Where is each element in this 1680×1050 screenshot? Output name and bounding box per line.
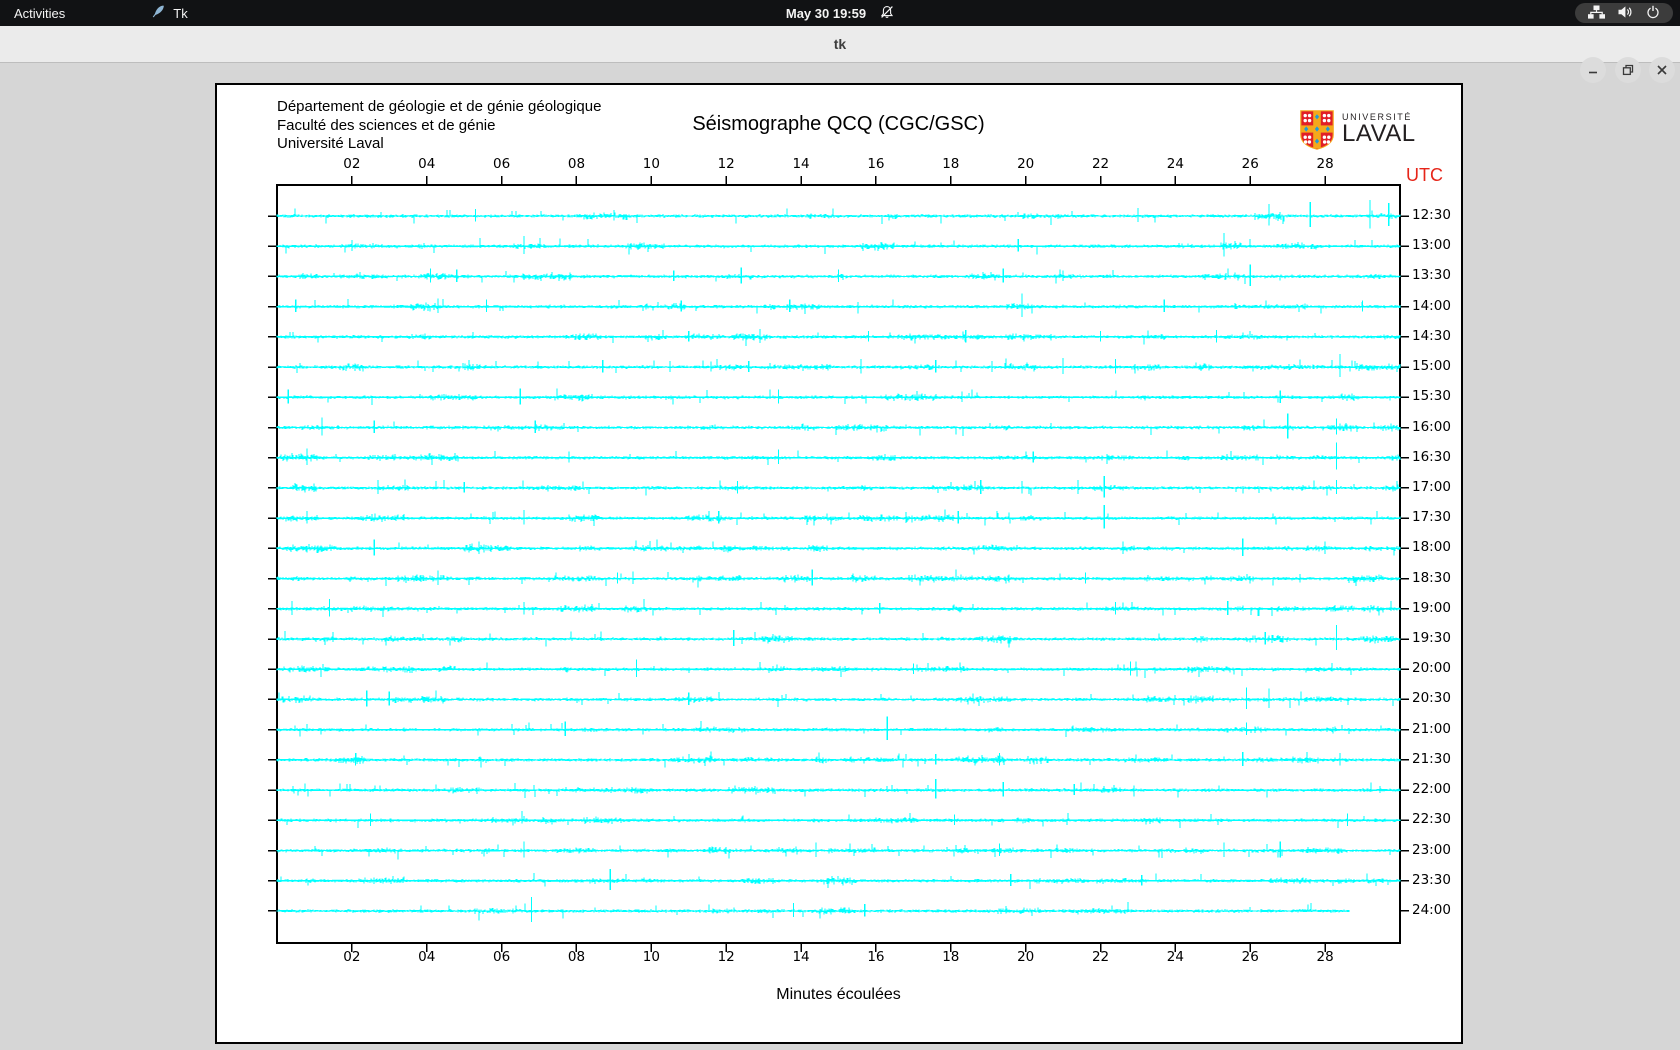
- minimize-button[interactable]: [1580, 57, 1606, 83]
- x-tick-label-top: 08: [567, 156, 586, 172]
- x-tick-label-top: 18: [942, 156, 960, 172]
- utc-time-label: 21:00: [1412, 720, 1451, 737]
- x-tick-label-top: 10: [642, 156, 660, 172]
- x-tick-label-bottom: 22: [1091, 949, 1110, 965]
- utc-time-label: 13:00: [1412, 237, 1451, 254]
- x-tick-label-top: 24: [1166, 156, 1184, 172]
- utc-time-label: 14:00: [1412, 297, 1451, 314]
- utc-time-label: 17:00: [1412, 478, 1451, 495]
- app-menu-tk[interactable]: Tk: [151, 4, 188, 22]
- x-tick-label-top: 20: [1017, 156, 1035, 172]
- x-tick-label-bottom: 04: [418, 949, 436, 965]
- utc-time-label: 21:30: [1412, 750, 1451, 767]
- address-line: Université Laval: [277, 135, 384, 152]
- x-tick-label-bottom: 20: [1017, 949, 1035, 965]
- utc-time-label: 24:00: [1412, 901, 1451, 918]
- x-tick-label-bottom: 24: [1166, 949, 1184, 965]
- utc-time-label: 12:30: [1412, 207, 1451, 223]
- utc-time-label: 16:30: [1412, 448, 1451, 465]
- utc-time-label: 22:30: [1412, 811, 1451, 828]
- network-wired-icon: [1588, 5, 1605, 22]
- x-tick-label-top: 04: [418, 156, 436, 172]
- utc-time-label: 13:30: [1412, 267, 1451, 284]
- x-tick-label-top: 14: [792, 156, 810, 172]
- utc-axis-label: UTC: [1406, 165, 1443, 185]
- restore-button[interactable]: [1615, 57, 1641, 83]
- utc-time-label: 15:00: [1412, 358, 1451, 375]
- x-tick-label-bottom: 16: [867, 949, 885, 965]
- app-menu-label: Tk: [173, 5, 188, 21]
- window-title: tk: [833, 36, 847, 52]
- utc-time-label: 20:30: [1412, 690, 1451, 707]
- utc-time-label: 17:30: [1412, 509, 1451, 526]
- clock-label[interactable]: May 30 19:59: [786, 6, 866, 21]
- x-tick-label-top: 26: [1241, 156, 1259, 172]
- volume-icon: [1618, 5, 1633, 22]
- x-tick-label-bottom: 06: [493, 949, 511, 965]
- utc-time-label: 15:30: [1412, 388, 1451, 405]
- utc-time-label: 22:00: [1412, 781, 1451, 798]
- chart-title: Séismographe QCQ (CGC/GSC): [692, 113, 985, 135]
- utc-time-label: 14:30: [1412, 327, 1451, 344]
- utc-time-label: 16:00: [1412, 418, 1451, 435]
- utc-time-label: 19:00: [1412, 599, 1451, 616]
- top-bar: Activities Tk May 30 19:59: [0, 0, 1680, 26]
- window-title-bar: tk: [0, 26, 1680, 83]
- utc-time-label: 18:30: [1412, 569, 1451, 586]
- close-button[interactable]: [1649, 57, 1675, 83]
- utc-time-label: 23:00: [1412, 841, 1451, 858]
- system-status-area[interactable]: [1575, 3, 1673, 23]
- x-tick-label-bottom: 26: [1241, 949, 1259, 965]
- x-tick-label-bottom: 02: [343, 949, 361, 965]
- power-icon: [1646, 5, 1660, 22]
- x-tick-label-bottom: 12: [717, 949, 735, 965]
- utc-time-label: 18:00: [1412, 539, 1451, 556]
- x-tick-label-bottom: 14: [792, 949, 810, 965]
- x-tick-label-top: 06: [493, 156, 511, 172]
- universite-laval-logo: UNIVERSITÉ LAVAL: [1300, 110, 1416, 155]
- laval-shield-icon: [1300, 110, 1334, 155]
- bell-muted-icon: [880, 5, 894, 22]
- x-tick-label-bottom: 10: [642, 949, 660, 965]
- x-tick-label-top: 02: [343, 156, 361, 172]
- x-tick-label-top: 22: [1091, 156, 1110, 172]
- tk-feather-icon: [151, 4, 166, 22]
- logo-laval-text: LAVAL: [1342, 120, 1416, 147]
- utc-time-label: 19:30: [1412, 630, 1451, 647]
- x-axis-title: Minutes écoulées: [776, 986, 901, 1003]
- seismograph-canvas: Département de géologie et de génie géol…: [215, 83, 1463, 1044]
- x-tick-label-top: 12: [717, 156, 735, 172]
- x-tick-label-top: 16: [867, 156, 885, 172]
- utc-time-label: 23:30: [1412, 871, 1451, 888]
- x-tick-label-bottom: 18: [942, 949, 960, 965]
- activities-button[interactable]: Activities: [0, 0, 79, 26]
- x-tick-label-top: 28: [1316, 156, 1334, 172]
- x-tick-label-bottom: 08: [567, 949, 586, 965]
- x-tick-label-bottom: 28: [1316, 949, 1334, 965]
- seismograph-plot: [268, 176, 1409, 952]
- utc-time-label: 20:00: [1412, 660, 1451, 677]
